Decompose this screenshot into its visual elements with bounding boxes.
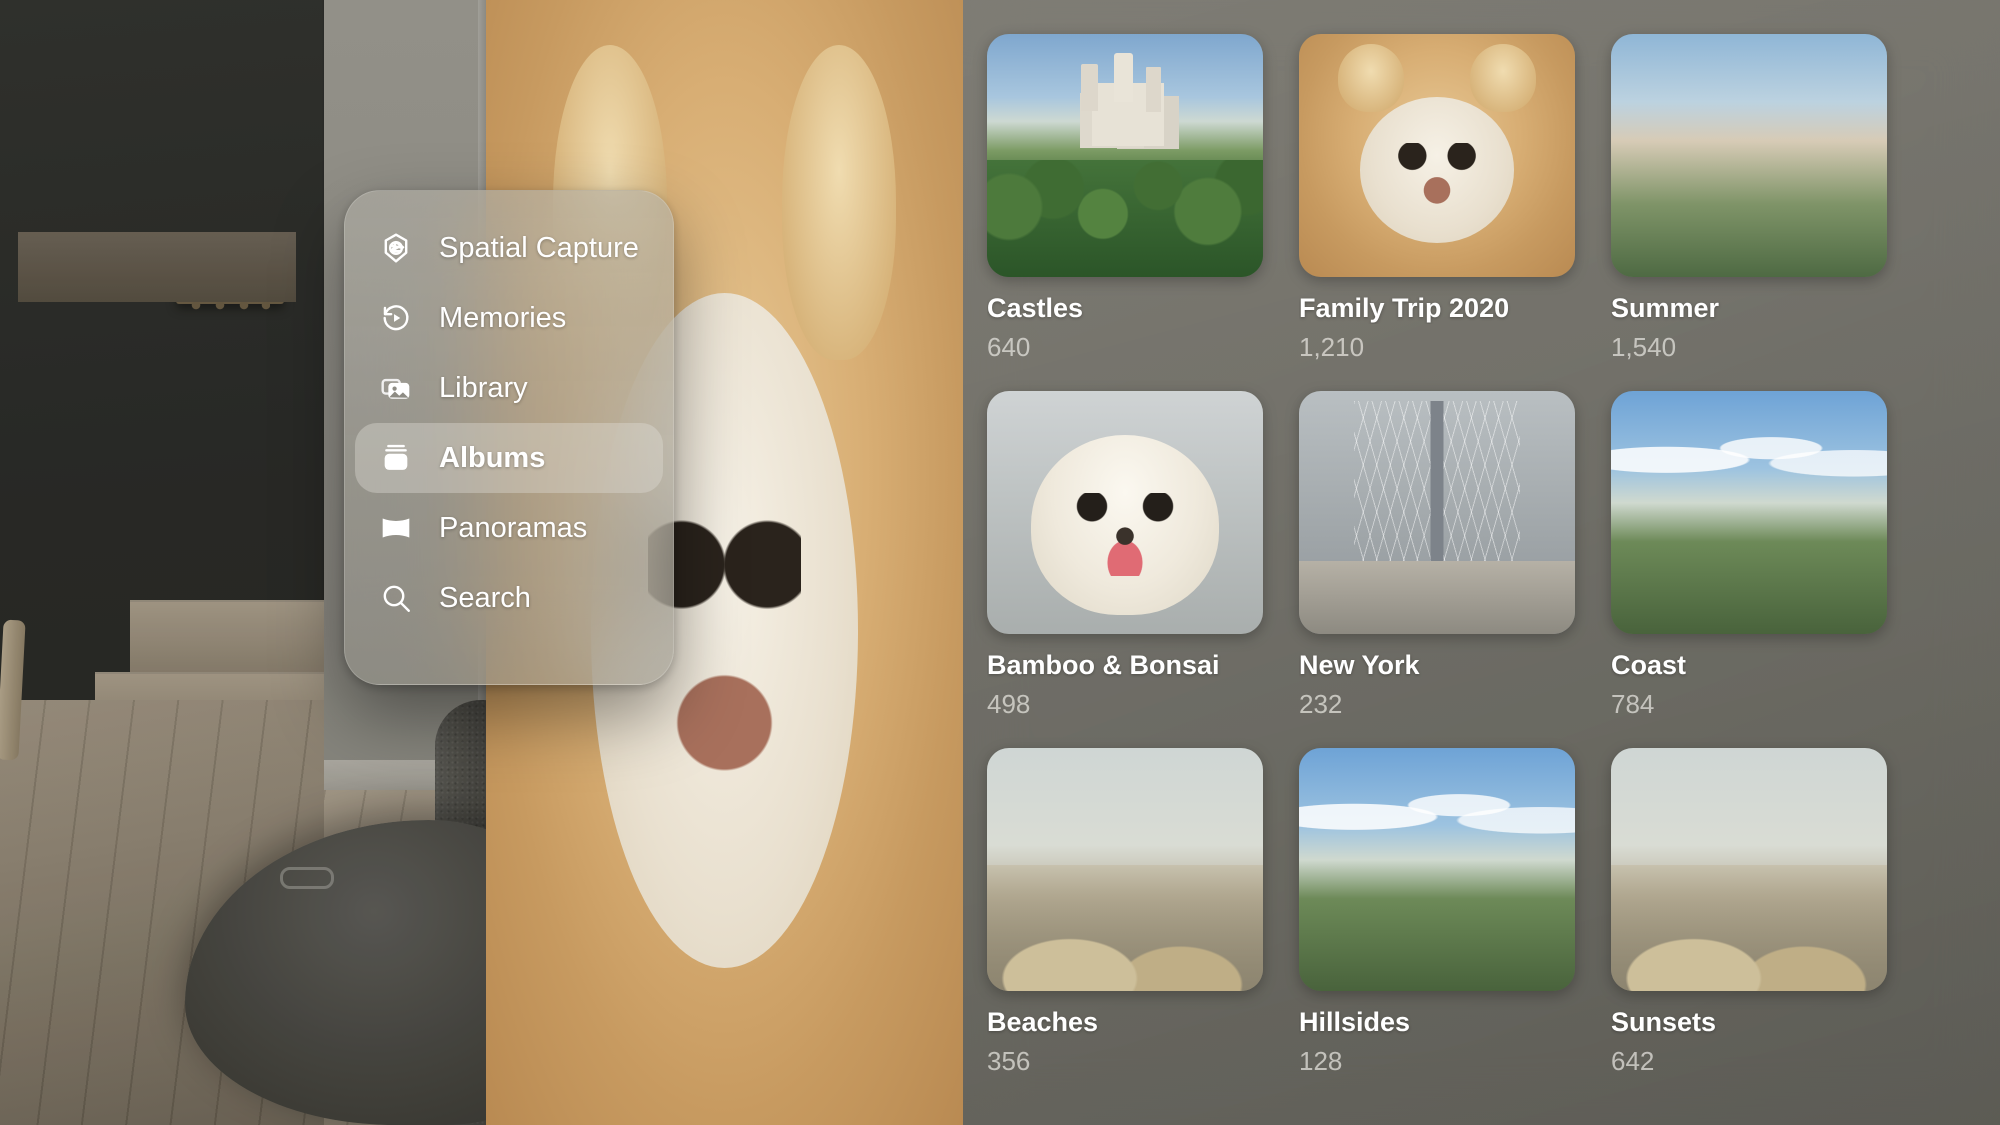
album-title: Castles [987, 293, 1263, 324]
album-title: New York [1299, 650, 1575, 681]
popup-menu-item-spatial-capture[interactable]: Spatial Capture [355, 213, 663, 283]
album-cover-image[interactable] [1611, 391, 1887, 634]
album-title: Sunsets [1611, 1007, 1887, 1038]
album-card[interactable]: Family Trip 2020 1,210 [1299, 34, 1575, 363]
popup-menu-item-search[interactable]: Search [355, 563, 663, 633]
album-card[interactable]: Beaches 356 [987, 748, 1263, 1077]
album-card[interactable]: Sunsets 642 [1611, 748, 1887, 1077]
album-photo-count: 1,210 [1299, 332, 1575, 363]
album-photo-count: 784 [1611, 689, 1887, 720]
popup-menu-item-label: Library [439, 372, 528, 405]
popup-menu-item-label: Panoramas [439, 512, 587, 545]
album-cover-image[interactable] [1299, 748, 1575, 991]
album-title: Coast [1611, 650, 1887, 681]
photos-app-window: Recents Favorites Recently Deleted Place… [486, 0, 2000, 1125]
album-photo-count: 498 [987, 689, 1263, 720]
album-card[interactable]: Castles 640 [987, 34, 1263, 363]
popup-menu-item-memories[interactable]: Memories [355, 283, 663, 353]
album-photo-count: 640 [987, 332, 1263, 363]
album-thumbnail [532, 722, 584, 774]
album-cover-image[interactable] [1299, 391, 1575, 634]
album-title: Beaches [987, 1007, 1263, 1038]
album-photo-count: 356 [987, 1046, 1263, 1077]
popup-menu-item-label: Memories [439, 302, 566, 335]
navigation-popup-menu[interactable]: Spatial Capture Memories Library Albums … [344, 190, 674, 685]
albums-grid-area[interactable]: Castles 640 Family Trip 2020 1,210 Summe… [963, 0, 2000, 1125]
album-card[interactable]: New York 232 [1299, 391, 1575, 720]
album-cover-image[interactable] [1611, 748, 1887, 991]
album-cover-image[interactable] [1611, 34, 1887, 277]
search-icon [377, 579, 415, 617]
library-icon [377, 369, 415, 407]
album-title: Hillsides [1299, 1007, 1575, 1038]
album-cover-image[interactable] [987, 391, 1263, 634]
album-photo-count: 232 [1299, 689, 1575, 720]
popup-menu-item-library[interactable]: Library [355, 353, 663, 423]
album-cover-image[interactable] [1299, 34, 1575, 277]
album-photo-count: 128 [1299, 1046, 1575, 1077]
album-cover-image[interactable] [987, 748, 1263, 991]
memories-icon [377, 299, 415, 337]
album-card[interactable]: Bamboo & Bonsai 498 [987, 391, 1263, 720]
spatial-capture-icon [377, 229, 415, 267]
sidebar-album-row[interactable]: Family Trip 2020 [504, 698, 945, 798]
album-cover-image[interactable] [987, 34, 1263, 277]
popup-menu-item-panoramas[interactable]: Panoramas [355, 493, 663, 563]
popup-menu-item-label: Search [439, 582, 531, 615]
album-title: Bamboo & Bonsai [987, 650, 1263, 681]
album-card[interactable]: Summer 1,540 [1611, 34, 1887, 363]
albums-grid: Castles 640 Family Trip 2020 1,210 Summe… [987, 34, 2000, 1077]
popup-menu-item-albums[interactable]: Albums [355, 423, 663, 493]
popup-menu-item-label: Spatial Capture [439, 232, 639, 265]
album-card[interactable]: Coast 784 [1611, 391, 1887, 720]
popup-menu-item-label: Albums [439, 442, 545, 475]
albums-icon [377, 439, 415, 477]
album-title: Summer [1611, 293, 1887, 324]
album-card[interactable]: Hillsides 128 [1299, 748, 1575, 1077]
panoramas-icon [377, 509, 415, 547]
album-title: Family Trip 2020 [1299, 293, 1575, 324]
album-photo-count: 642 [1611, 1046, 1887, 1077]
album-photo-count: 1,540 [1611, 332, 1887, 363]
